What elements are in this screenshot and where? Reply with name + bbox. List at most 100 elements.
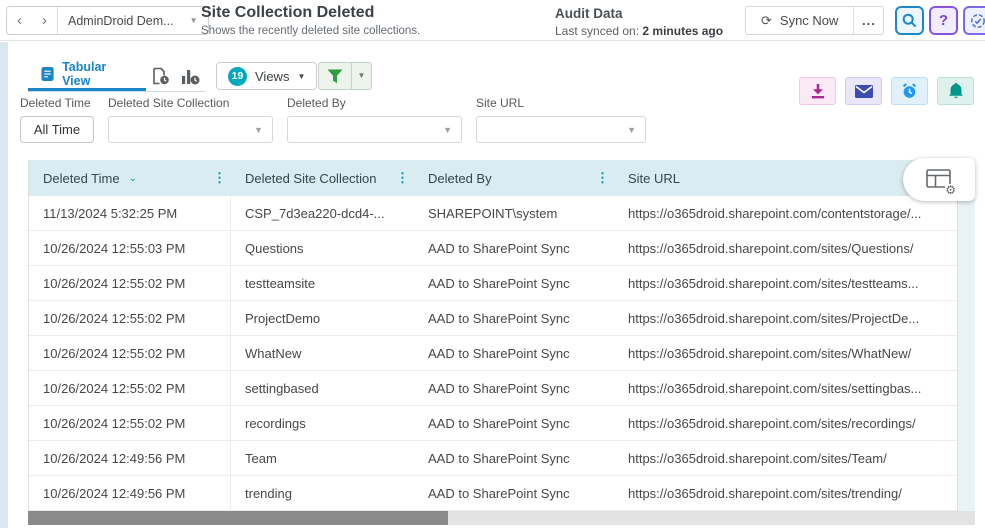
search-button[interactable] — [895, 6, 924, 35]
filter-row: Deleted Time All Time Deleted Site Colle… — [20, 96, 646, 143]
schedule-button[interactable] — [891, 77, 928, 105]
filter-options-button[interactable]: ▼ — [351, 63, 371, 89]
mail-icon — [854, 84, 873, 98]
views-dropdown-button[interactable]: 19 Views ▼ — [216, 62, 318, 90]
table-row[interactable]: 10/26/2024 12:55:03 PM Questions AAD to Sh… — [29, 231, 957, 266]
filter-label: Deleted Time — [20, 96, 91, 110]
chevron-down-icon: ▼ — [254, 125, 263, 135]
table-cell: trending — [245, 485, 292, 501]
table-cell: https://o365droid.sharepoint.com/sites/T… — [628, 450, 887, 466]
table-row[interactable]: 10/26/2024 12:55:02 PM testteamsite AAD to… — [29, 266, 957, 301]
table-cell: 10/26/2024 12:55:02 PM — [29, 301, 231, 335]
filter-deleted-time: Deleted Time All Time — [20, 96, 94, 143]
table-cell: AAD to SharePoint Sync — [428, 310, 570, 326]
deleted-by-select[interactable]: ▼ — [287, 116, 462, 143]
column-menu-icon[interactable]: ⋮ — [396, 170, 409, 186]
table-cell: 10/26/2024 12:49:56 PM — [29, 476, 231, 510]
summary-view-button[interactable] — [146, 60, 176, 91]
table-body: 11/13/2024 5:32:25 PM CSP_7d3ea220-dcd4-.… — [29, 196, 957, 511]
alarm-clock-icon — [902, 83, 917, 98]
table-row[interactable]: 10/26/2024 12:49:56 PM Team AAD to SharePo… — [29, 441, 957, 476]
table-cell: AAD to SharePoint Sync — [428, 380, 570, 396]
table-cell: https://o365droid.sharepoint.com/sites/s… — [628, 380, 922, 396]
view-tabstrip: Tabular View — [28, 60, 206, 92]
filter-button[interactable] — [319, 63, 351, 89]
more-options-button[interactable]: ... — [853, 7, 883, 34]
deleted-time-filter-button[interactable]: All Time — [20, 116, 94, 143]
alerts-button[interactable] — [937, 77, 974, 105]
audit-data-block: Audit Data Last synced on: 2 minutes ago — [555, 6, 723, 38]
horizontal-scrollbar-track[interactable] — [28, 511, 975, 525]
column-label: Deleted Site Collection — [245, 170, 377, 186]
column-label: Site URL — [628, 170, 681, 186]
table-row[interactable]: 10/26/2024 12:49:56 PM trending AAD to Sha… — [29, 476, 957, 511]
table-cell: 10/26/2024 12:55:02 PM — [29, 406, 231, 440]
vertical-scroll-area[interactable] — [958, 160, 975, 511]
filter-split-button: ▼ — [318, 62, 372, 90]
column-menu-icon[interactable]: ⋮ — [596, 170, 609, 186]
chevron-down-icon: ▼ — [357, 71, 366, 80]
column-menu-icon[interactable]: ⋮ — [213, 170, 226, 186]
table-cell: ProjectDemo — [245, 310, 321, 326]
download-icon — [811, 84, 824, 99]
table-cell: 10/26/2024 12:55:03 PM — [29, 231, 231, 265]
forward-button[interactable]: › — [32, 7, 57, 34]
left-gutter — [0, 42, 8, 528]
table-cell: https://o365droid.sharepoint.com/sites/t… — [628, 485, 902, 501]
sort-descending-icon: ⌄ — [128, 172, 137, 184]
sync-now-label: Sync Now — [779, 13, 839, 28]
table-row[interactable]: 10/26/2024 12:55:02 PM ProjectDemo AAD to … — [29, 301, 957, 336]
last-synced-text: Last synced on: 2 minutes ago — [555, 24, 723, 38]
chevron-down-icon: ▼ — [297, 71, 306, 81]
tab-tabular-view[interactable]: Tabular View — [28, 60, 146, 91]
tab-tabular-view-label: Tabular View — [62, 60, 107, 88]
column-chooser-button[interactable]: ⚙ — [903, 158, 975, 201]
download-button[interactable] — [799, 77, 836, 105]
horizontal-scrollbar-thumb[interactable] — [28, 511, 448, 525]
document-icon — [41, 67, 54, 81]
table-cell: https://o365droid.sharepoint.com/sites/Q… — [628, 240, 914, 256]
question-mark-icon: ? — [938, 12, 949, 29]
graphical-view-button[interactable] — [176, 60, 206, 91]
column-header-deleted-site-collection[interactable]: Deleted Site Collection ⋮ — [231, 160, 414, 196]
table-row[interactable]: 10/26/2024 12:55:02 PM settingbased AAD to… — [29, 371, 957, 406]
audit-history-button[interactable] — [963, 6, 985, 35]
site-url-select[interactable]: ▼ — [476, 116, 646, 143]
table-row[interactable]: 10/26/2024 12:55:02 PM WhatNew AAD to Shar… — [29, 336, 957, 371]
table-cell: https://o365droid.sharepoint.com/content… — [628, 205, 922, 221]
email-button[interactable] — [845, 77, 882, 105]
table-cell: https://o365droid.sharepoint.com/sites/t… — [628, 275, 919, 291]
table-cell: https://o365droid.sharepoint.com/sites/r… — [628, 415, 916, 431]
column-header-deleted-time[interactable]: Deleted Time ⌄ ⋮ — [29, 160, 231, 196]
table-cell: AAD to SharePoint Sync — [428, 240, 570, 256]
column-header-deleted-by[interactable]: Deleted By ⋮ — [414, 160, 614, 196]
last-synced-value: 2 minutes ago — [642, 24, 724, 38]
table-cell: https://o365droid.sharepoint.com/sites/P… — [628, 310, 920, 326]
report-nav-group: ‹ › AdminDroid Dem... ▼ — [6, 6, 209, 35]
sync-now-button[interactable]: ⟳ Sync Now — [746, 7, 853, 34]
filter-deleted-by: Deleted By ▼ — [287, 96, 462, 143]
column-label: Deleted By — [428, 170, 492, 186]
sync-group: ⟳ Sync Now ... — [745, 6, 885, 35]
table-row[interactable]: 10/26/2024 12:55:02 PM recordings AAD to S… — [29, 406, 957, 441]
deleted-site-collection-select[interactable]: ▼ — [108, 116, 273, 143]
report-selector-dropdown[interactable]: AdminDroid Dem... ▼ — [57, 7, 208, 34]
filter-label: Deleted Site Collection — [108, 96, 230, 110]
table-cell: 10/26/2024 12:55:02 PM — [29, 336, 231, 370]
table-cell: AAD to SharePoint Sync — [428, 485, 570, 501]
page-title: Site Collection Deleted — [201, 4, 375, 21]
back-button[interactable]: ‹ — [7, 7, 32, 34]
chevron-left-icon: ‹ — [17, 12, 22, 29]
table-cell: recordings — [245, 415, 306, 431]
table-row[interactable]: 11/13/2024 5:32:25 PM CSP_7d3ea220-dcd4-.… — [29, 196, 957, 231]
table-cell: 11/13/2024 5:32:25 PM — [29, 196, 231, 230]
column-settings-icon: ⚙ — [926, 168, 956, 196]
refresh-icon: ⟳ — [761, 12, 772, 28]
help-button[interactable]: ? — [929, 6, 958, 35]
last-synced-label: Last synced on: — [555, 24, 640, 38]
table-header-row: Deleted Time ⌄ ⋮ Deleted Site Collection… — [29, 160, 957, 196]
page-subtitle: Shows the recently deleted site collecti… — [201, 25, 421, 37]
audit-data-title: Audit Data — [555, 6, 623, 21]
app-header: ‹ › AdminDroid Dem... ▼ Site Collection … — [0, 0, 985, 41]
gear-icon: ⚙ — [945, 182, 956, 197]
